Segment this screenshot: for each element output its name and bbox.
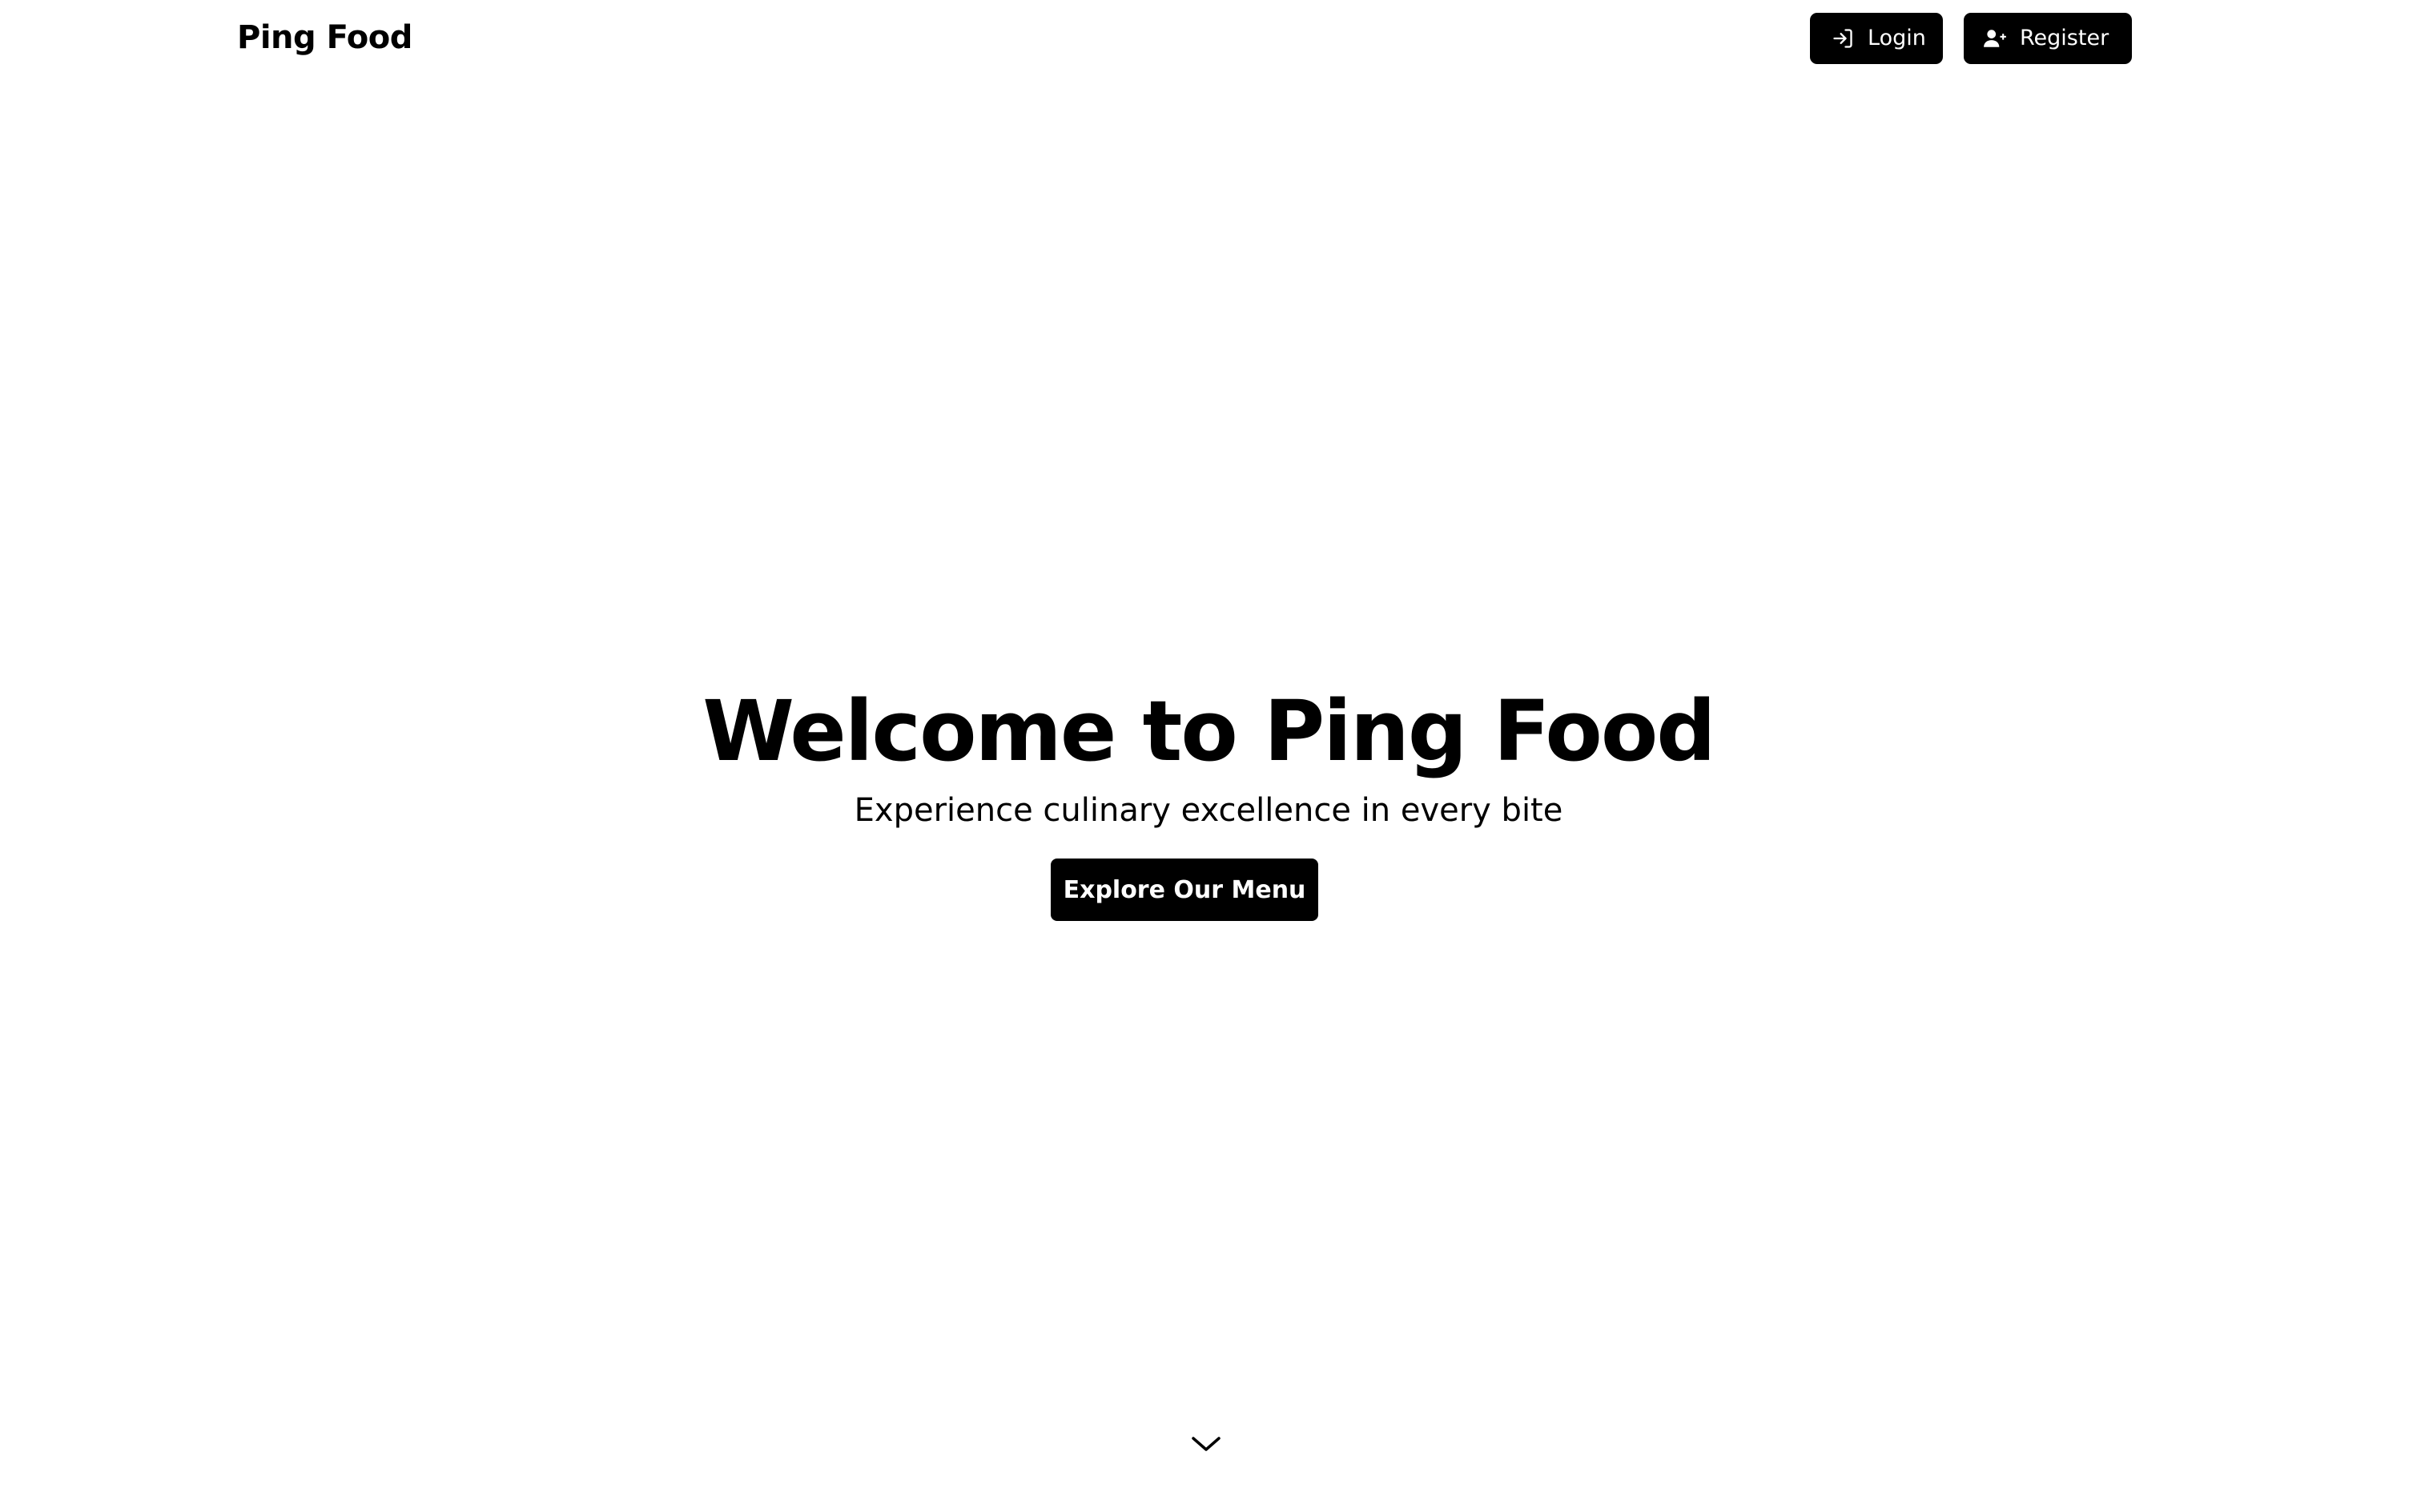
- chevron-down-icon: [1190, 1434, 1222, 1457]
- hero-section: Welcome to Ping Food Experience culinary…: [0, 0, 2417, 1512]
- hero-subtitle: Experience culinary excellence in every …: [854, 792, 1563, 829]
- scroll-down-button[interactable]: [1188, 1434, 1224, 1458]
- hero-title: Welcome to Ping Food: [702, 682, 1716, 780]
- landing-page: Ping Food Login Register Welcome to Ping…: [0, 0, 2417, 1512]
- explore-menu-button[interactable]: Explore Our Menu: [1051, 859, 1318, 921]
